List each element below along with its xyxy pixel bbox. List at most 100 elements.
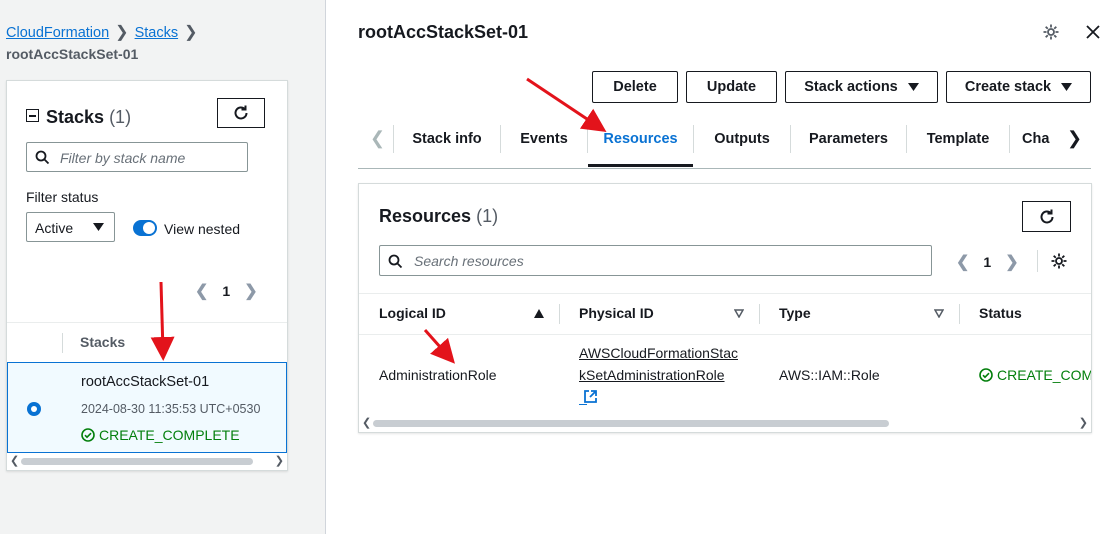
resources-table-header: Logical ID Physical ID Type Status [359, 293, 1091, 335]
breadcrumb-stacks[interactable]: Stacks [135, 25, 179, 41]
sort-icon[interactable] [934, 309, 944, 318]
delete-button-label: Delete [613, 79, 657, 95]
chevron-right-icon[interactable]: ❯ [1005, 252, 1018, 272]
chevron-right-icon[interactable]: ❯ [244, 281, 257, 301]
sort-icon[interactable] [734, 309, 744, 318]
chevron-left-icon[interactable]: ❮ [956, 252, 969, 272]
success-icon [979, 368, 993, 382]
resources-pagination: ❮ 1 ❯ [956, 252, 1019, 272]
collapse-icon[interactable] [26, 109, 39, 122]
physical-id-link-line2[interactable]: kSetAdministrationRole [579, 367, 725, 383]
page-number[interactable]: 1 [983, 254, 991, 270]
tab-stack-info[interactable]: Stack info [394, 120, 500, 158]
row-radio-selected[interactable] [27, 402, 41, 416]
chevron-right-icon: ❯ [115, 24, 129, 41]
status-badge: CREATE_COMP [979, 367, 1091, 383]
column-divider [959, 304, 960, 324]
column-header-status[interactable]: Status [979, 305, 1022, 321]
view-nested-toggle[interactable] [133, 220, 157, 236]
active-tab-indicator [588, 164, 693, 167]
stacks-pagination: ❮ 1 ❯ [195, 281, 258, 301]
stacks-count: (1) [109, 107, 132, 127]
caret-down-icon [93, 223, 104, 231]
stack-actions-button[interactable]: Stack actions [785, 71, 938, 103]
table-row[interactable]: rootAccStackSet-01 2024-08-30 11:35:53 U… [7, 362, 287, 453]
status-text: CREATE_COMP [997, 367, 1091, 383]
column-divider [759, 304, 760, 324]
physical-id-link-line1[interactable]: AWSCloudFormationStac [579, 345, 738, 361]
filter-status-select[interactable]: Active [26, 212, 115, 242]
stack-filter-field[interactable] [26, 142, 248, 172]
link-underline [579, 404, 587, 405]
view-nested-label: View nested [164, 221, 241, 237]
refresh-stacks-button[interactable] [217, 98, 265, 128]
resources-search-field[interactable] [379, 245, 932, 276]
column-header-type[interactable]: Type [779, 305, 811, 321]
resources-title-text: Resources [379, 206, 472, 226]
column-divider [559, 304, 560, 324]
sort-ascending-icon[interactable] [534, 309, 544, 318]
tabs-scroll-left-icon[interactable]: ❮ [370, 128, 385, 149]
scrollbar-thumb[interactable] [373, 420, 889, 427]
stack-detail-tabs: ❮ Stack info Events Resources Outputs Pa… [358, 120, 1091, 169]
stacks-table-header: Stacks [7, 322, 287, 364]
caret-down-icon [907, 83, 919, 91]
status-badge: CREATE_COMPLETE [81, 427, 240, 443]
column-header-physical-id[interactable]: Physical ID [579, 305, 654, 321]
column-divider [62, 333, 63, 353]
scroll-left-icon[interactable]: ❮ [362, 416, 371, 429]
tab-resources[interactable]: Resources [588, 120, 693, 158]
divider [1037, 250, 1038, 272]
breadcrumb: CloudFormation ❯ Stacks ❯ [6, 22, 204, 42]
search-icon [35, 150, 50, 165]
chevron-left-icon[interactable]: ❮ [195, 281, 208, 301]
settings-icon[interactable] [1042, 23, 1060, 41]
resources-count: (1) [476, 206, 499, 226]
table-row: AdministrationRole AWSCloudFormationStac… [359, 334, 1091, 414]
scroll-left-icon[interactable]: ❮ [10, 454, 19, 467]
tab-change-sets[interactable]: Cha [1022, 120, 1058, 158]
success-icon [81, 428, 95, 442]
create-stack-button[interactable]: Create stack [946, 71, 1091, 103]
filter-status-value: Active [35, 220, 74, 236]
stacks-side-panel: CloudFormation ❯ Stacks ❯ rootAccStackSet-0… [0, 0, 326, 534]
breadcrumb-current: rootAccStackSet-01 [6, 46, 139, 62]
column-header-stacks: Stacks [80, 334, 126, 350]
refresh-resources-button[interactable] [1022, 201, 1071, 232]
close-icon[interactable] [1085, 24, 1101, 40]
scroll-right-icon[interactable]: ❯ [275, 454, 284, 467]
resources-search-input[interactable] [412, 252, 916, 270]
caret-down-icon [1061, 83, 1073, 91]
create-stack-label: Create stack [964, 79, 1052, 95]
status-text: CREATE_COMPLETE [99, 427, 240, 443]
tab-parameters[interactable]: Parameters [791, 120, 906, 158]
tab-outputs[interactable]: Outputs [694, 120, 790, 158]
scrollbar-thumb[interactable] [21, 458, 253, 465]
refresh-icon [1040, 209, 1053, 223]
resources-horizontal-scrollbar[interactable]: ❮ ❯ [359, 417, 1091, 431]
stacks-title: Stacks (1) [26, 107, 131, 128]
tab-divider [1009, 125, 1010, 153]
stack-name[interactable]: rootAccStackSet-01 [81, 374, 209, 390]
logical-id-cell: AdministrationRole [379, 367, 497, 383]
stack-filter-input[interactable] [58, 149, 242, 167]
stacks-horizontal-scrollbar[interactable]: ❮ ❯ [7, 455, 287, 469]
resources-card: Resources (1) ❮ 1 ❯ Logical ID Physical … [358, 183, 1092, 433]
filter-status-label: Filter status [26, 189, 99, 205]
stacks-title-text: Stacks [46, 107, 105, 127]
tab-template[interactable]: Template [907, 120, 1009, 158]
tab-events[interactable]: Events [501, 120, 587, 158]
tabs-scroll-right-icon[interactable]: ❯ [1067, 128, 1082, 149]
delete-button[interactable]: Delete [592, 71, 678, 103]
stack-actions-label: Stack actions [804, 79, 898, 95]
external-link-icon[interactable] [583, 389, 598, 404]
chevron-right-icon: ❯ [184, 24, 198, 41]
stacks-list-card: Stacks (1) Filter status Active View nes… [6, 80, 288, 471]
settings-icon[interactable] [1050, 252, 1068, 270]
update-button[interactable]: Update [686, 71, 777, 103]
breadcrumb-cloudformation[interactable]: CloudFormation [6, 25, 109, 41]
update-button-label: Update [706, 79, 757, 95]
page-number[interactable]: 1 [222, 283, 230, 299]
scroll-right-icon[interactable]: ❯ [1079, 416, 1088, 429]
column-header-logical-id[interactable]: Logical ID [379, 305, 446, 321]
